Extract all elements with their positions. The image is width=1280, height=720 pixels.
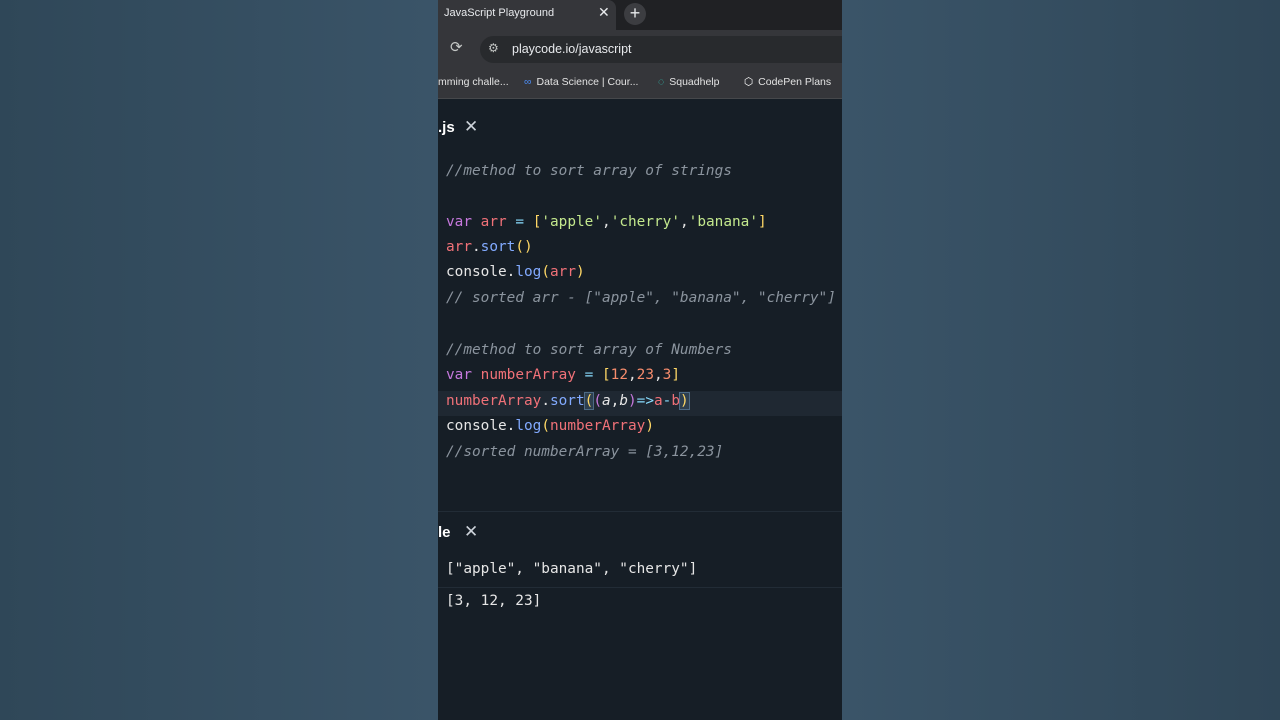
reload-icon[interactable]: ⟳ [450, 38, 463, 56]
address-bar[interactable]: ⚙ playcode.io/javascript [480, 36, 842, 63]
tab-title: JavaScript Playground [444, 7, 555, 19]
infinity-icon: ∞ [524, 76, 532, 88]
code-line-5: console.log(arr) [446, 264, 585, 280]
bookmark-label: mming challe... [438, 76, 509, 88]
code-line-1: //method to sort array of strings [446, 163, 732, 179]
bookmark-item[interactable]: ◌ Squadhelp [658, 76, 719, 88]
code-area[interactable]: //method to sort array of strings var ar… [446, 159, 842, 460]
console-output-line: [3, 12, 23] [446, 593, 542, 609]
site-settings-icon[interactable]: ⚙ [488, 41, 499, 55]
console-output-line: ["apple", "banana", "cherry"] [446, 561, 698, 577]
console-divider [438, 587, 842, 588]
close-editor-tab-icon[interactable]: ✕ [464, 117, 478, 137]
codepen-icon: ⬡ [744, 76, 754, 88]
bookmark-label: CodePen Plans [758, 76, 832, 88]
new-tab-button[interactable]: + [624, 3, 646, 25]
code-line-9: var numberArray = [12,23,3] [446, 367, 681, 383]
squadhelp-icon: ◌ [658, 76, 665, 88]
code-line-3: var arr = ['apple','cherry','banana'] [446, 214, 767, 230]
code-line-8: //method to sort array of Numbers [446, 342, 732, 358]
editor-tab-label[interactable]: .js [438, 119, 455, 136]
code-line-6: // sorted arr - ["apple", "banana", "che… [446, 290, 836, 306]
code-line-12: //sorted numberArray = [3,12,23] [446, 444, 724, 460]
playground-window: JavaScript Playground ✕ + ⟳ ⚙ playcode.i… [438, 0, 842, 720]
bookmark-item[interactable]: mming challe... [438, 76, 509, 88]
console-panel: le ✕ ["apple", "banana", "cherry"] [3, 1… [438, 511, 842, 720]
url-text: playcode.io/javascript [512, 42, 632, 56]
browser-toolbar: ⟳ ⚙ playcode.io/javascript [438, 30, 842, 68]
bookmark-label: Data Science | Cour... [536, 76, 639, 88]
bookmark-item[interactable]: ⬡ CodePen Plans [744, 76, 831, 88]
background-right [842, 0, 1280, 720]
code-editor: .js ✕ //method to sort array of strings … [438, 99, 842, 511]
code-line-11: console.log(numberArray) [446, 418, 654, 434]
code-line-10: numberArray.sort((a,b)=>a-b) [446, 392, 690, 410]
code-line-4: arr.sort() [446, 239, 533, 255]
tab-strip: JavaScript Playground ✕ + [438, 0, 842, 30]
close-console-tab-icon[interactable]: ✕ [464, 522, 478, 542]
bookmarks-bar: mming challe... ∞ Data Science | Cour... … [438, 68, 842, 99]
bookmark-label: Squadhelp [669, 76, 720, 88]
browser-tab[interactable]: JavaScript Playground ✕ [438, 0, 616, 30]
console-tab-label[interactable]: le [438, 524, 451, 541]
bookmark-item[interactable]: ∞ Data Science | Cour... [524, 76, 638, 88]
close-tab-icon[interactable]: ✕ [598, 4, 610, 21]
background-left [0, 0, 438, 720]
